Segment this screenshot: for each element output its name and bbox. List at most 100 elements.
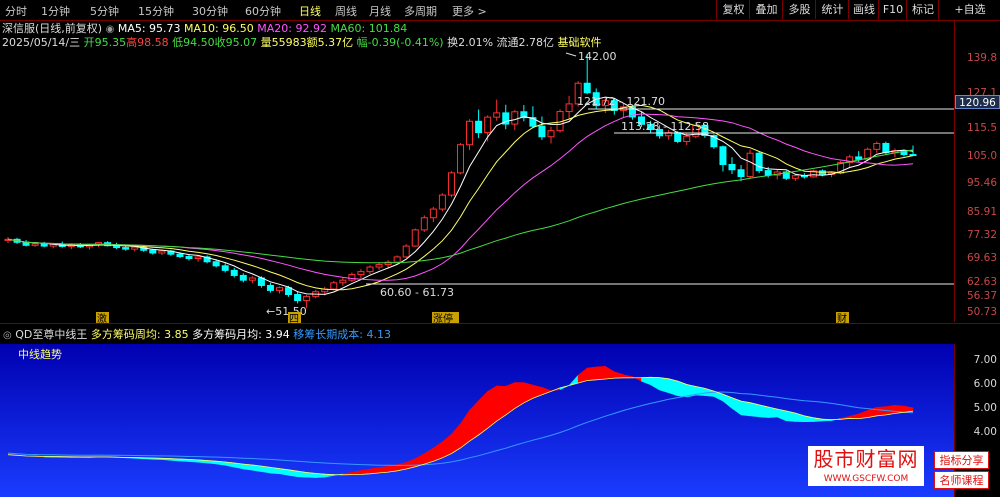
candle-down[interactable] [230,269,238,276]
candle-up[interactable] [411,229,419,247]
candle-down[interactable] [294,293,302,302]
candle-up[interactable] [393,256,401,263]
candle-down[interactable] [719,146,727,165]
candle-down[interactable] [40,243,48,247]
candle-down[interactable] [882,142,890,154]
statistics-button[interactable]: 统计 [815,0,849,19]
tab-30min[interactable]: 30分钟 [192,3,228,19]
indicator-week-avg: 多方筹码周均: 3.85 [90,328,189,341]
ma20-line [7,113,914,281]
candle-down[interactable] [475,120,483,134]
candle-down[interactable] [538,125,546,138]
indicator-band-bear [659,377,669,394]
price-tick: 50.73 [966,306,997,318]
draw-line-button[interactable]: 画线 [848,0,879,19]
candle-up[interactable] [547,130,555,138]
tab-1min[interactable]: 1分钟 [41,3,70,19]
indicator-band-bull [586,366,597,381]
candle-up[interactable] [511,111,519,125]
price-chart[interactable]: 142.00 121.72 - 121.70 113.28 - 112.58 6… [0,20,954,342]
candle-up[interactable] [357,271,365,276]
indicator-band-bear [668,378,679,397]
mark-button[interactable]: 标记 [906,0,939,19]
candle-down[interactable] [221,265,229,271]
price-tick: 62.63 [966,276,997,288]
candle-up[interactable] [466,120,474,146]
candle-up[interactable] [438,194,446,210]
tab-multi-period[interactable]: 多周期 [404,3,437,19]
tab-5min[interactable]: 5分钟 [90,3,119,19]
tab-daily[interactable]: 日线 [299,3,321,19]
candle-up[interactable] [194,256,202,260]
tab-weekly[interactable]: 周线 [335,3,357,19]
candle-up[interactable] [330,282,338,290]
candle-up[interactable] [457,144,464,174]
candle-up[interactable] [402,245,410,258]
multi-stock-button[interactable]: 多股 [782,0,816,19]
candle-up[interactable] [303,295,311,302]
candle-down[interactable] [737,169,745,178]
panel-divider [0,323,1000,324]
candle-down[interactable] [149,249,157,254]
indicator-panel-label: 中线趋势 [18,347,62,361]
candle-up[interactable] [484,116,492,134]
tab-15min[interactable]: 15分钟 [138,3,174,19]
candle-up[interactable] [276,287,283,291]
indicator-share-tag[interactable]: 指标分享 [934,451,989,469]
candle-up[interactable] [873,142,881,150]
f10-button[interactable]: F10 [878,0,907,19]
overlay-button[interactable]: 叠加 [749,0,783,19]
add-watchlist-button[interactable]: +自选 [938,0,1000,19]
price-tick: 139.8 [966,52,997,64]
candle-up[interactable] [131,246,139,250]
candle-up[interactable] [31,243,39,246]
tab-monthly[interactable]: 月线 [369,3,391,19]
candle-down[interactable] [266,284,274,291]
candle-down[interactable] [583,82,591,94]
candle-up[interactable] [348,274,356,281]
candle-down[interactable] [755,152,763,172]
candle-down[interactable] [855,156,863,160]
candles [4,54,917,309]
candle-up[interactable] [791,175,799,179]
candle-up[interactable] [158,250,166,254]
indicator-toggle-icon[interactable]: ◎ [3,330,12,341]
candle-down[interactable] [212,261,220,267]
candle-up[interactable] [565,103,573,113]
price-axis: 139.8 127.1 115.5 105.0 95.46 85.91 77.3… [954,20,1000,322]
tab-more[interactable]: 更多 > [452,3,487,19]
indicator-tick: 6.00 [973,378,997,390]
candle-down[interactable] [909,154,917,157]
tab-60min[interactable]: 60分钟 [245,3,281,19]
candle-down[interactable] [728,163,736,171]
candle-up[interactable] [366,266,374,273]
candle-up[interactable] [248,277,256,281]
price-tick: 77.32 [966,229,997,241]
candle-up[interactable] [746,152,754,178]
price-tick: 69.63 [966,252,997,264]
moving-averages [7,96,914,295]
candle-down[interactable] [176,253,184,258]
candle-up[interactable] [339,279,347,284]
line2-annotation: 113.28 - 112.58 [621,120,709,133]
adjust-button[interactable]: 复权 [716,0,750,19]
period-toolbar: 分时 1分钟 5分钟 15分钟 30分钟 60分钟 日线 周线 月线 多周期 更… [0,0,1000,21]
candle-up[interactable] [683,135,691,142]
candle-down[interactable] [185,256,193,260]
tab-fenshi[interactable]: 分时 [5,3,27,19]
candle-up[interactable] [493,112,501,118]
candle-down[interactable] [122,247,130,250]
candle-up[interactable] [447,172,455,196]
watermark-url: WWW.GSCFW.COM [808,472,924,486]
current-price-marker: 120.96 [955,95,1000,109]
price-tick: 56.37 [966,290,997,302]
indicator-name[interactable]: QD至尊中线王 [15,328,87,341]
price-tick: 115.5 [966,122,997,134]
candle-up[interactable] [375,264,383,268]
candle-down[interactable] [764,170,772,176]
candle-down[interactable] [674,132,682,142]
master-course-tag[interactable]: 名师课程 [934,471,989,489]
candle-down[interactable] [239,274,247,281]
candle-up[interactable] [420,217,428,231]
candle-up[interactable] [429,208,437,219]
